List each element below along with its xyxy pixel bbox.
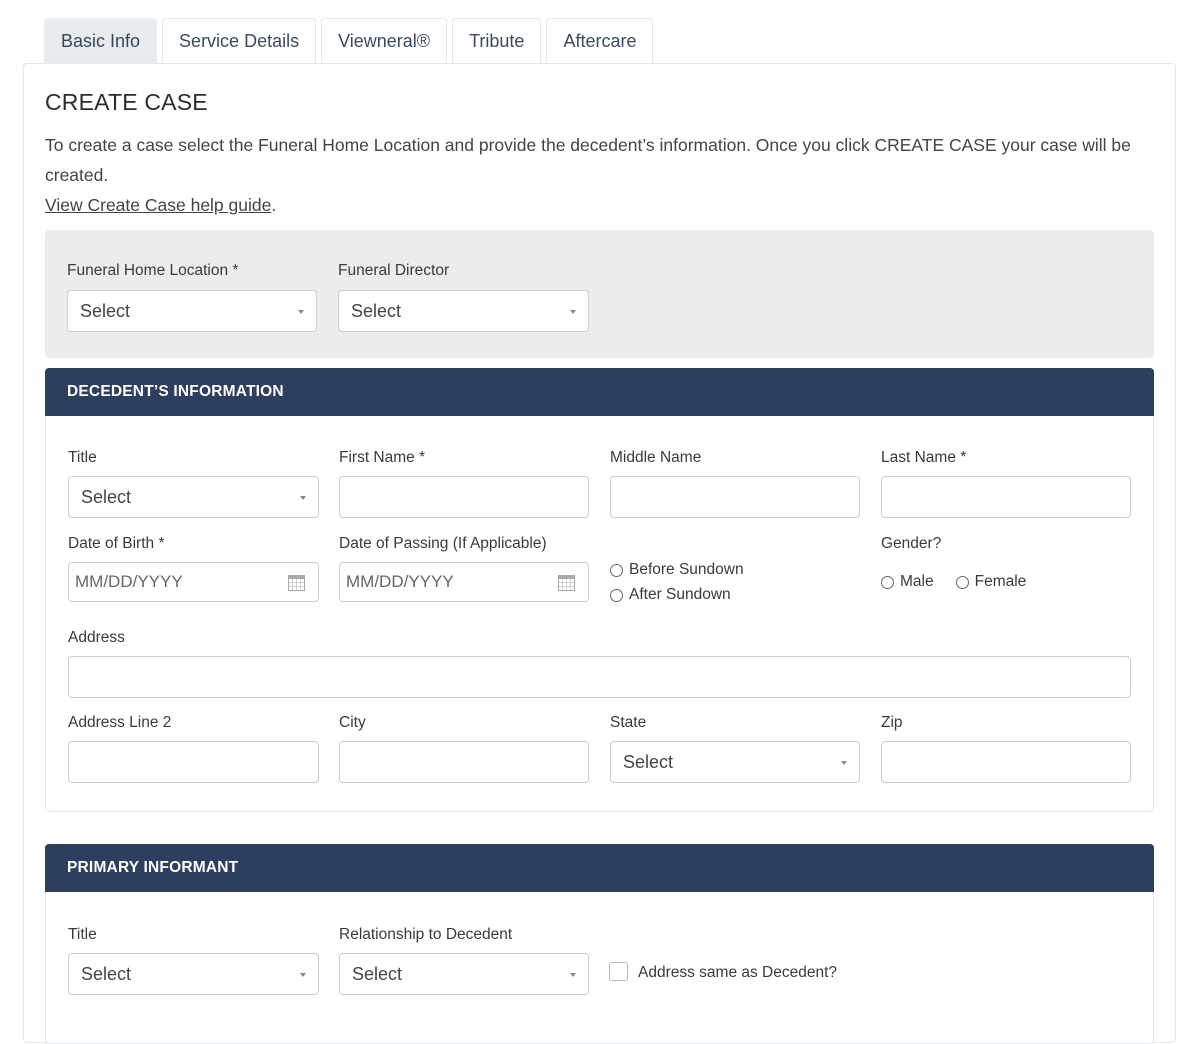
funeral-home-value: Select: [80, 300, 131, 321]
director-value: Select: [351, 300, 402, 321]
first-name-label: First Name *: [339, 449, 426, 466]
director-select[interactable]: Select: [338, 290, 589, 332]
middle-name-label: Middle Name: [610, 449, 702, 466]
city-label: City: [339, 714, 366, 731]
tab-tribute[interactable]: Tribute: [452, 18, 542, 64]
title-label: Title: [68, 449, 97, 466]
relationship-label: Relationship to Decedent: [339, 926, 513, 943]
chevron-down-icon: [298, 310, 304, 314]
informant-title-select[interactable]: Select: [68, 953, 319, 995]
same-address-label: Address same as Decedent?: [638, 964, 838, 981]
first-name-field[interactable]: [339, 476, 589, 518]
radio-after-sundown[interactable]: [610, 588, 623, 602]
tab-service-details[interactable]: Service Details: [162, 18, 317, 64]
address2-field[interactable]: [68, 741, 319, 783]
before-sundown-label: Before Sundown: [629, 561, 744, 578]
state-label: State: [610, 714, 647, 731]
before-sundown-option[interactable]: Before Sundown: [610, 561, 744, 579]
decedent-header: DECEDENT’S INFORMATION: [45, 368, 1154, 416]
dob-field[interactable]: MM/DD/YYYY: [68, 562, 319, 602]
after-sundown-option[interactable]: After Sundown: [610, 586, 731, 604]
informant-header: PRIMARY INFORMANT: [45, 844, 1154, 892]
page-title: CREATE CASE: [45, 89, 208, 115]
intro-body: To create a case select the Funeral Home…: [45, 135, 1131, 185]
last-name-label: Last Name *: [881, 449, 967, 466]
informant-title-label: Title: [68, 926, 97, 943]
city-field[interactable]: [339, 741, 589, 783]
intro-tail: .: [271, 195, 277, 215]
after-sundown-label: After Sundown: [629, 586, 731, 603]
chevron-down-icon: [300, 496, 306, 500]
director-label: Funeral Director: [338, 262, 450, 279]
gender-options: Male Female: [881, 573, 1048, 591]
relationship-select[interactable]: Select: [339, 953, 589, 995]
chevron-down-icon: [570, 973, 576, 977]
chevron-down-icon: [570, 310, 576, 314]
funeral-home-label: Funeral Home Location *: [67, 262, 239, 279]
male-label: Male: [900, 573, 934, 590]
intro-text: To create a case select the Funeral Home…: [45, 130, 1155, 220]
address-field[interactable]: [68, 656, 1131, 698]
radio-male[interactable]: [881, 575, 894, 589]
help-guide-link[interactable]: View Create Case help guide: [45, 195, 271, 215]
title-select[interactable]: Select: [68, 476, 319, 518]
radio-before-sundown[interactable]: [610, 563, 623, 577]
informant-title-value: Select: [81, 963, 132, 984]
dop-label: Date of Passing (If Applicable): [339, 535, 547, 552]
female-label: Female: [974, 573, 1027, 590]
tab-bar: Basic Info Service Details Viewneral® Tr…: [44, 18, 654, 64]
gender-female-option[interactable]: Female: [955, 573, 1027, 591]
gender-label: Gender?: [881, 535, 942, 552]
radio-female[interactable]: [955, 575, 969, 589]
funeral-home-select[interactable]: Select: [67, 290, 317, 332]
address-label: Address: [68, 629, 125, 646]
same-address-checkbox[interactable]: [609, 962, 628, 981]
state-value: Select: [623, 751, 674, 772]
middle-name-field[interactable]: [610, 476, 860, 518]
zip-field[interactable]: [881, 741, 1131, 783]
chevron-down-icon: [300, 973, 306, 977]
title-value: Select: [81, 486, 132, 507]
relationship-value: Select: [352, 963, 403, 984]
chevron-down-icon: [841, 761, 847, 765]
last-name-field[interactable]: [881, 476, 1131, 518]
state-select[interactable]: Select: [610, 741, 860, 783]
dop-placeholder: MM/DD/YYYY: [346, 572, 454, 591]
calendar-icon[interactable]: [558, 575, 575, 591]
address2-label: Address Line 2: [68, 714, 172, 731]
dob-label: Date of Birth *: [68, 535, 165, 552]
calendar-icon[interactable]: [288, 575, 305, 591]
tab-viewneral[interactable]: Viewneral®: [321, 18, 448, 64]
tab-basic-info[interactable]: Basic Info: [44, 18, 158, 64]
gender-male-option[interactable]: Male: [881, 573, 934, 591]
tab-aftercare[interactable]: Aftercare: [546, 18, 654, 64]
zip-label: Zip: [881, 714, 903, 731]
dop-field[interactable]: MM/DD/YYYY: [339, 562, 589, 602]
dob-placeholder: MM/DD/YYYY: [75, 572, 183, 591]
